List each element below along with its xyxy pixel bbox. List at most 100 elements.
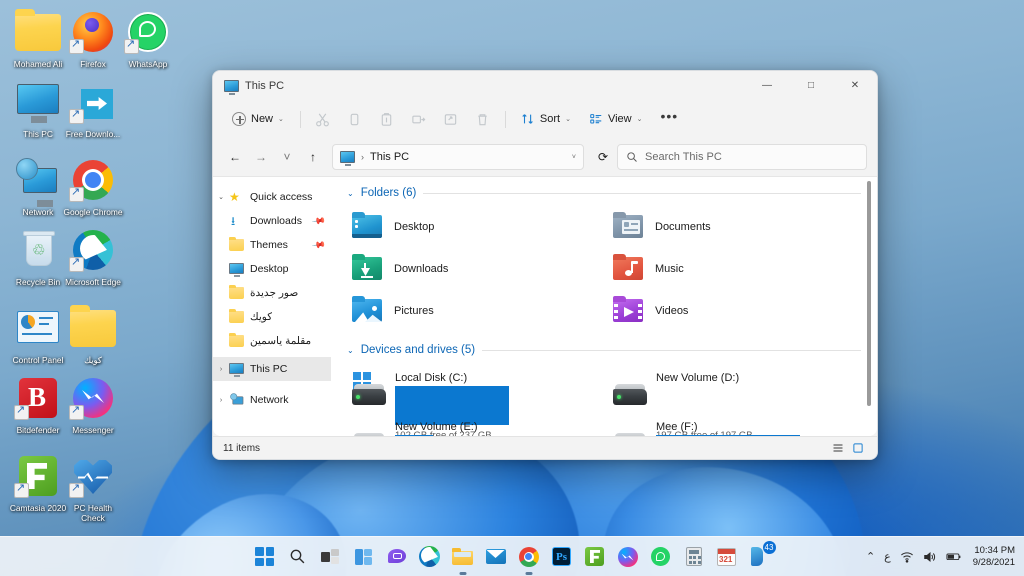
forward-button[interactable]: → xyxy=(249,145,273,169)
address-bar[interactable]: › This PC ˅ xyxy=(332,144,584,170)
nav-label: Network xyxy=(250,394,289,406)
folder-item-desktop[interactable]: Desktop xyxy=(347,206,600,248)
drive-icon xyxy=(613,424,647,436)
overflow-menu-button[interactable]: ••• xyxy=(652,106,686,132)
mail-button[interactable] xyxy=(483,544,509,570)
nav-item-network[interactable]: › Network xyxy=(213,388,331,412)
rename-icon[interactable] xyxy=(404,106,434,132)
recent-locations-button[interactable]: ˅ xyxy=(275,145,299,169)
folder-item-music[interactable]: Music xyxy=(608,248,861,290)
details-view-icon[interactable] xyxy=(829,439,847,457)
copy-icon[interactable] xyxy=(340,106,370,132)
drive-item-new-volume-d[interactable]: New Volume (D:) 197 GB free of 197 GB xyxy=(608,363,861,436)
folder-icon xyxy=(69,304,117,352)
nav-item-quick-arabic[interactable]: كويك xyxy=(213,305,331,329)
nav-item-desktop[interactable]: Desktop xyxy=(213,257,331,281)
vertical-scrollbar[interactable] xyxy=(864,181,874,432)
cut-icon[interactable] xyxy=(308,106,338,132)
paste-icon[interactable] xyxy=(372,106,402,132)
chevron-right-icon[interactable]: › xyxy=(213,397,229,404)
drive-label: New Volume (D:) xyxy=(656,372,740,384)
teams-chat-button[interactable] xyxy=(384,544,410,570)
close-button[interactable]: ✕ xyxy=(833,71,877,100)
folder-item-pictures[interactable]: Pictures xyxy=(347,290,600,332)
desktop-icon-pc-health-check[interactable]: PC Health Check xyxy=(61,452,125,523)
search-box[interactable]: Search This PC xyxy=(617,144,867,170)
up-button[interactable]: ↑ xyxy=(301,145,325,169)
status-bar: 11 items xyxy=(213,436,877,459)
folder-item-videos[interactable]: Videos xyxy=(608,290,861,332)
tray-expand-chevron-icon[interactable]: ⌃ xyxy=(866,550,875,563)
notifications-app-button[interactable]: 43 xyxy=(747,540,776,570)
drive-item-new-volume-e[interactable]: New Volume (E:) 197 GB free of 244 GB xyxy=(347,412,600,436)
start-button[interactable] xyxy=(252,544,278,570)
task-view-button[interactable] xyxy=(318,544,344,570)
desktop-icon-free-download-manager[interactable]: Free Downlo... xyxy=(61,78,125,139)
search-button[interactable] xyxy=(285,544,311,570)
new-button-label: New xyxy=(251,113,274,125)
photoshop-button[interactable]: Ps xyxy=(549,544,575,570)
address-dropdown-icon[interactable]: ˅ xyxy=(572,154,576,161)
maximize-button[interactable]: □ xyxy=(789,71,833,100)
nav-item-downloads[interactable]: ⭳ Downloads 📌 xyxy=(213,209,331,233)
desktop-icon-arabic-folder[interactable]: كويك xyxy=(61,304,125,365)
sort-button[interactable]: Sort ⌄ xyxy=(513,106,579,132)
clock[interactable]: 10:34 PM 9/28/2021 xyxy=(971,545,1015,569)
language-indicator[interactable]: ع xyxy=(884,550,891,563)
nav-item-themes[interactable]: Themes 📌 xyxy=(213,233,331,257)
view-icon xyxy=(590,114,602,124)
large-icons-view-icon[interactable] xyxy=(849,439,867,457)
desktop-icon-microsoft-edge[interactable]: Microsoft Edge xyxy=(61,226,125,287)
nav-item-this-pc[interactable]: › This PC xyxy=(213,357,331,381)
drive-item-local-disk-c[interactable]: Local Disk (C:) 102 GB free of 237 GB xyxy=(347,363,600,436)
messenger-icon xyxy=(617,546,638,567)
search-placeholder: Search This PC xyxy=(645,151,722,163)
refresh-button[interactable]: ⟳ xyxy=(591,145,615,169)
drive-label: Local Disk (C:) xyxy=(395,372,468,384)
chevron-right-icon[interactable]: › xyxy=(213,366,229,373)
drive-label: Mee (F:) xyxy=(656,421,698,433)
nav-item-sowar-jadida[interactable]: صور جديدة xyxy=(213,281,331,305)
volume-icon[interactable] xyxy=(923,551,937,563)
scrollbar-thumb[interactable] xyxy=(867,181,871,406)
new-button[interactable]: New ⌄ xyxy=(223,106,293,132)
chevron-down-icon[interactable]: ⌄ xyxy=(347,189,354,198)
folder-item-downloads[interactable]: Downloads xyxy=(347,248,600,290)
wifi-icon[interactable] xyxy=(900,551,914,563)
file-explorer-button[interactable] xyxy=(450,544,476,575)
nav-label: Themes xyxy=(250,239,288,251)
desktop-icon-messenger[interactable]: Messenger xyxy=(61,374,125,435)
battery-icon[interactable] xyxy=(946,551,962,562)
desktop-icon-whatsapp[interactable]: WhatsApp xyxy=(116,8,180,69)
group-header-devices-and-drives[interactable]: ⌄ Devices and drives (5) xyxy=(347,344,861,356)
nav-item-quick-access[interactable]: ⌄ ★ Quick access xyxy=(213,185,331,209)
folder-label: Desktop xyxy=(394,221,435,233)
calendar-icon: 321 xyxy=(717,547,736,566)
edge-button[interactable] xyxy=(417,544,443,570)
calendar-button[interactable]: 321 xyxy=(714,544,740,570)
group-header-folders[interactable]: ⌄ Folders (6) xyxy=(347,187,861,199)
share-icon[interactable] xyxy=(436,106,466,132)
whatsapp-icon xyxy=(124,8,172,56)
videos-folder-icon xyxy=(613,296,645,326)
nav-item-maqlama-yasmine[interactable]: مقلمة ياسمين xyxy=(213,329,331,353)
minimize-button[interactable]: — xyxy=(745,71,789,100)
breadcrumb-this-pc[interactable]: This PC xyxy=(370,151,409,163)
whatsapp-button[interactable] xyxy=(648,544,674,570)
drive-item-mee-f[interactable]: Mee (F:) 69.2 GB free of 244 GB xyxy=(608,412,861,436)
chrome-button[interactable] xyxy=(516,544,542,575)
messenger-button[interactable] xyxy=(615,544,641,570)
chevron-down-icon[interactable]: ⌄ xyxy=(213,193,229,201)
this-pc-icon xyxy=(340,151,355,166)
calculator-button[interactable] xyxy=(681,544,707,570)
chevron-down-icon[interactable]: ⌄ xyxy=(347,346,354,355)
camtasia-button[interactable] xyxy=(582,544,608,570)
widgets-button[interactable] xyxy=(351,544,377,570)
network-icon xyxy=(14,156,62,207)
back-button[interactable]: ← xyxy=(223,145,247,169)
desktop-icon-google-chrome[interactable]: Google Chrome xyxy=(61,156,125,217)
window-titlebar[interactable]: This PC — □ ✕ xyxy=(213,71,877,100)
delete-icon[interactable] xyxy=(468,106,498,132)
view-button[interactable]: View ⌄ xyxy=(581,106,651,132)
folder-item-documents[interactable]: Documents xyxy=(608,206,861,248)
